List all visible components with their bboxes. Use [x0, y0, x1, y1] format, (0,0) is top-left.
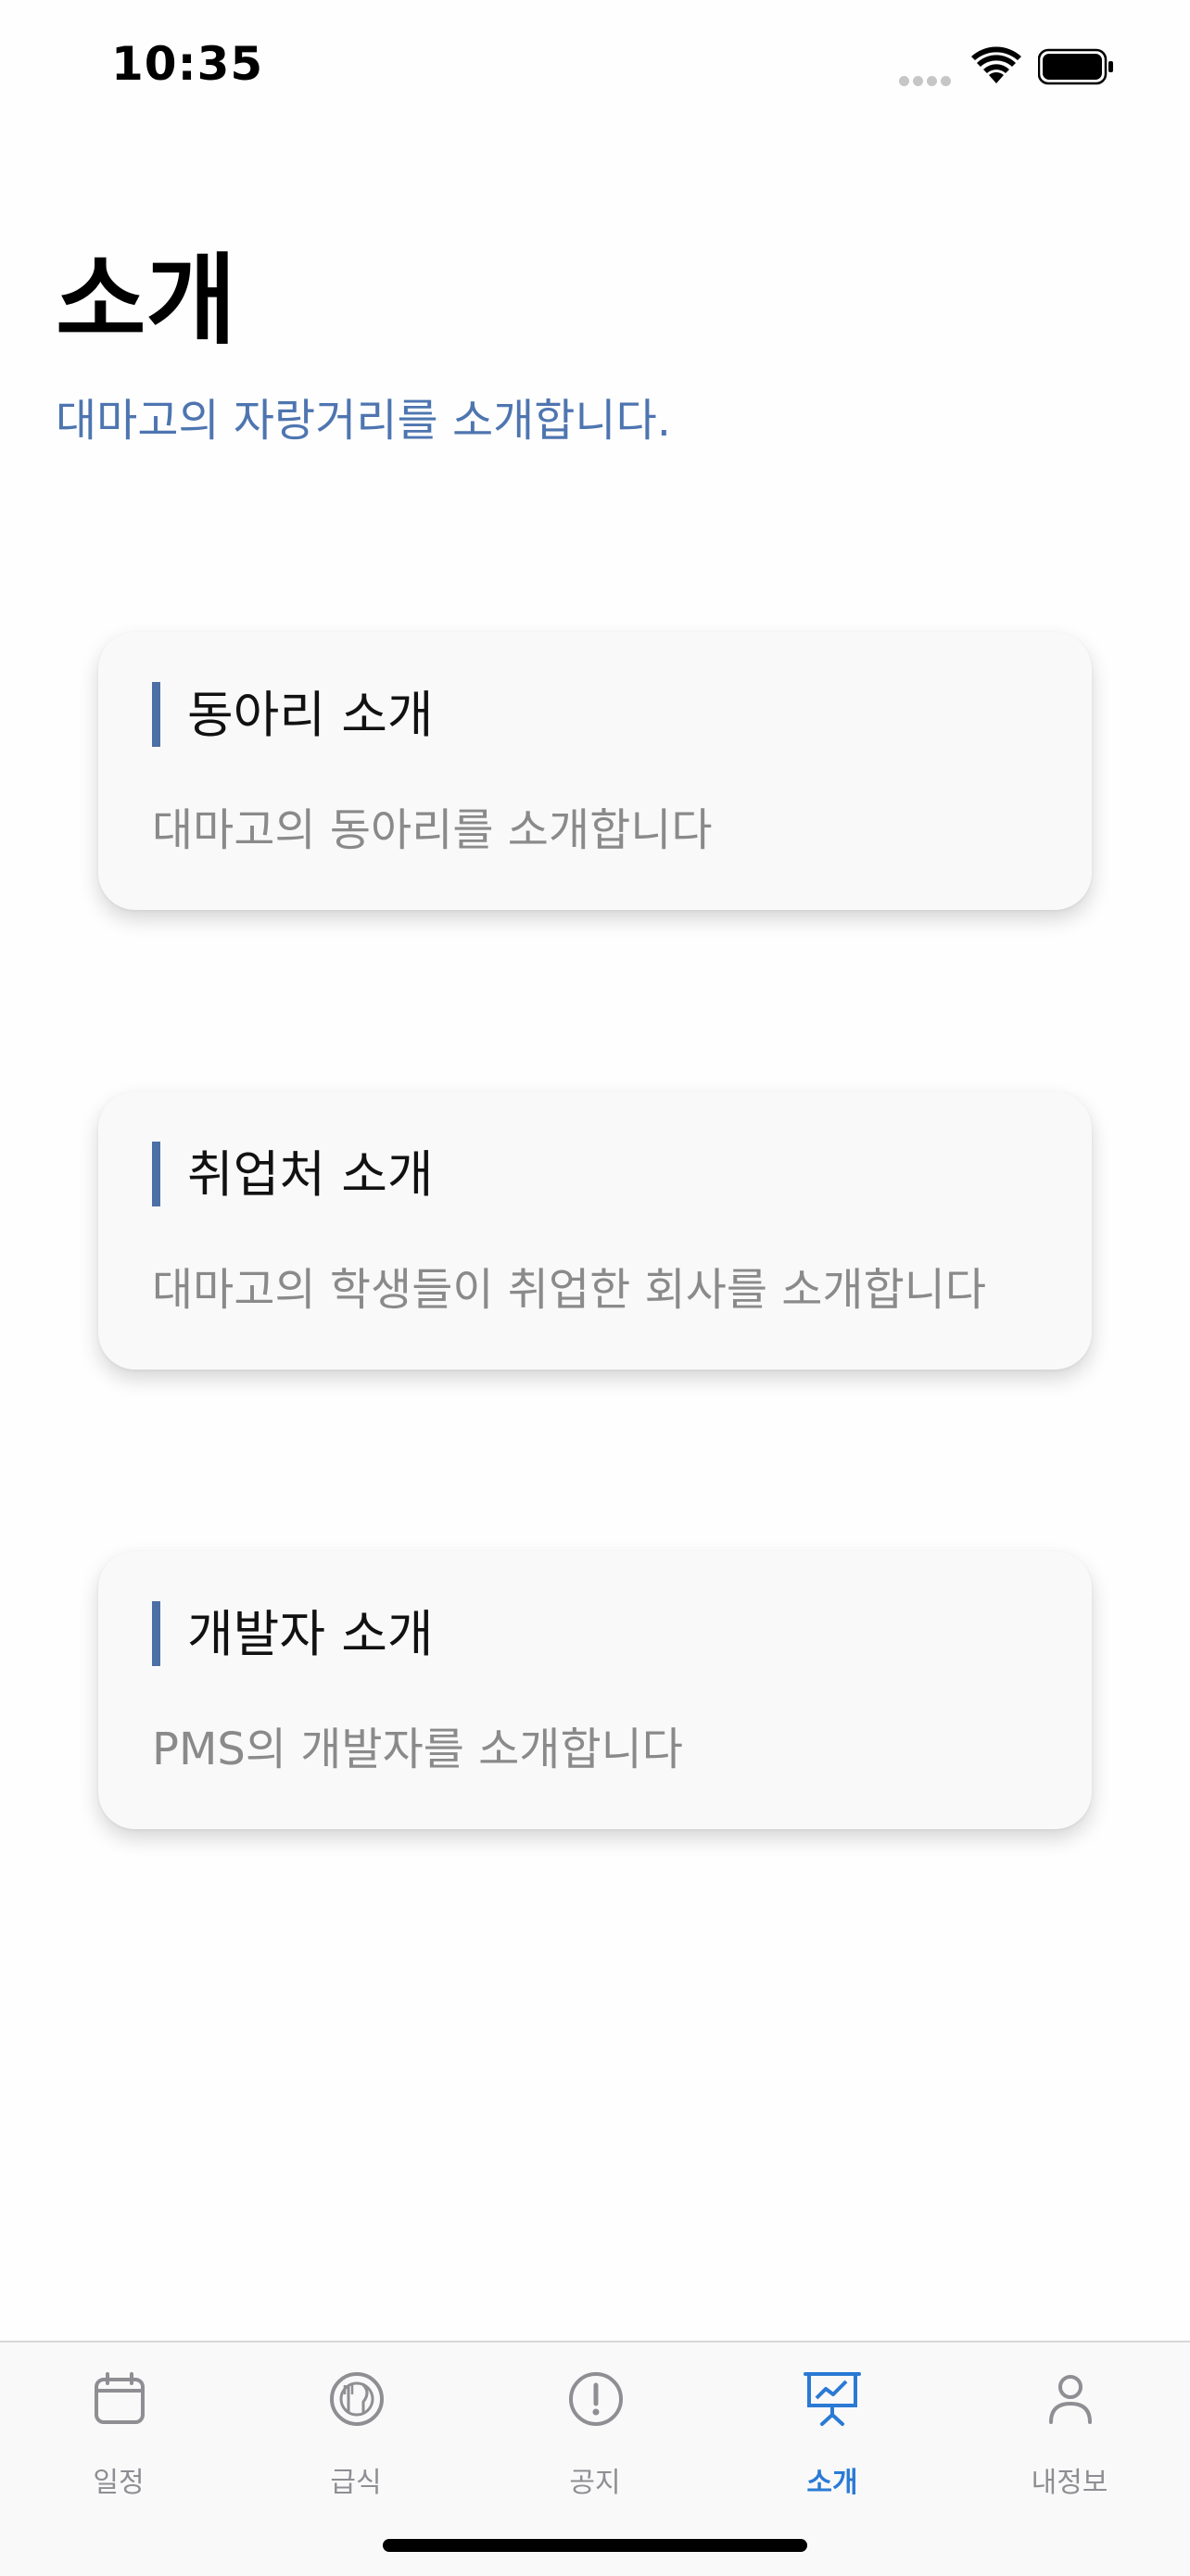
card-accent-bar	[152, 1142, 160, 1206]
card-description: 대마고의 학생들이 취업한 회사를 소개합니다	[152, 1264, 987, 1316]
calendar-icon	[95, 2372, 145, 2424]
card-description: PMS의 개발자를 소개합니다	[152, 1724, 683, 1775]
wifi-icon	[971, 46, 1021, 83]
tab-notice[interactable]: 공지	[476, 2342, 714, 2509]
tab-schedule[interactable]: 일정	[0, 2342, 237, 2509]
status-bar: 10:35	[0, 0, 1190, 130]
battery-icon	[1038, 48, 1113, 85]
page-subtitle: 대마고의 자랑거리를 소개합니다.	[56, 395, 672, 447]
card-accent-bar	[152, 682, 160, 747]
tab-meal[interactable]: 급식	[237, 2342, 475, 2509]
tab-intro[interactable]: 소개	[714, 2342, 951, 2509]
tab-my-info[interactable]: 내정보	[951, 2342, 1188, 2509]
status-time: 10:35	[111, 37, 264, 91]
card-title: 동아리 소개	[187, 686, 434, 744]
home-indicator[interactable]	[383, 2539, 807, 2552]
tab-label: 소개	[806, 2467, 858, 2499]
card-title: 개발자 소개	[187, 1605, 434, 1663]
tab-label: 내정보	[1031, 2467, 1108, 2499]
notice-icon	[569, 2372, 623, 2426]
person-icon	[1049, 2375, 1092, 2424]
presentation-icon	[804, 2372, 861, 2426]
meal-icon	[330, 2372, 384, 2426]
card-title: 취업처 소개	[187, 1145, 434, 1204]
card-accent-bar	[152, 1601, 160, 1666]
tab-label: 공지	[569, 2467, 621, 2499]
tab-label: 일정	[93, 2467, 145, 2499]
tab-label: 급식	[330, 2467, 382, 2499]
employer-intro-card[interactable]: 취업처 소개 대마고의 학생들이 취업한 회사를 소개합니다	[98, 1092, 1092, 1370]
developer-intro-card[interactable]: 개발자 소개 PMS의 개발자를 소개합니다	[98, 1551, 1092, 1829]
club-intro-card[interactable]: 동아리 소개 대마고의 동아리를 소개합니다	[98, 632, 1092, 910]
cellular-signal-icon	[899, 72, 956, 86]
card-description: 대마고의 동아리를 소개합니다	[152, 804, 713, 856]
page-title: 소개	[56, 244, 237, 358]
